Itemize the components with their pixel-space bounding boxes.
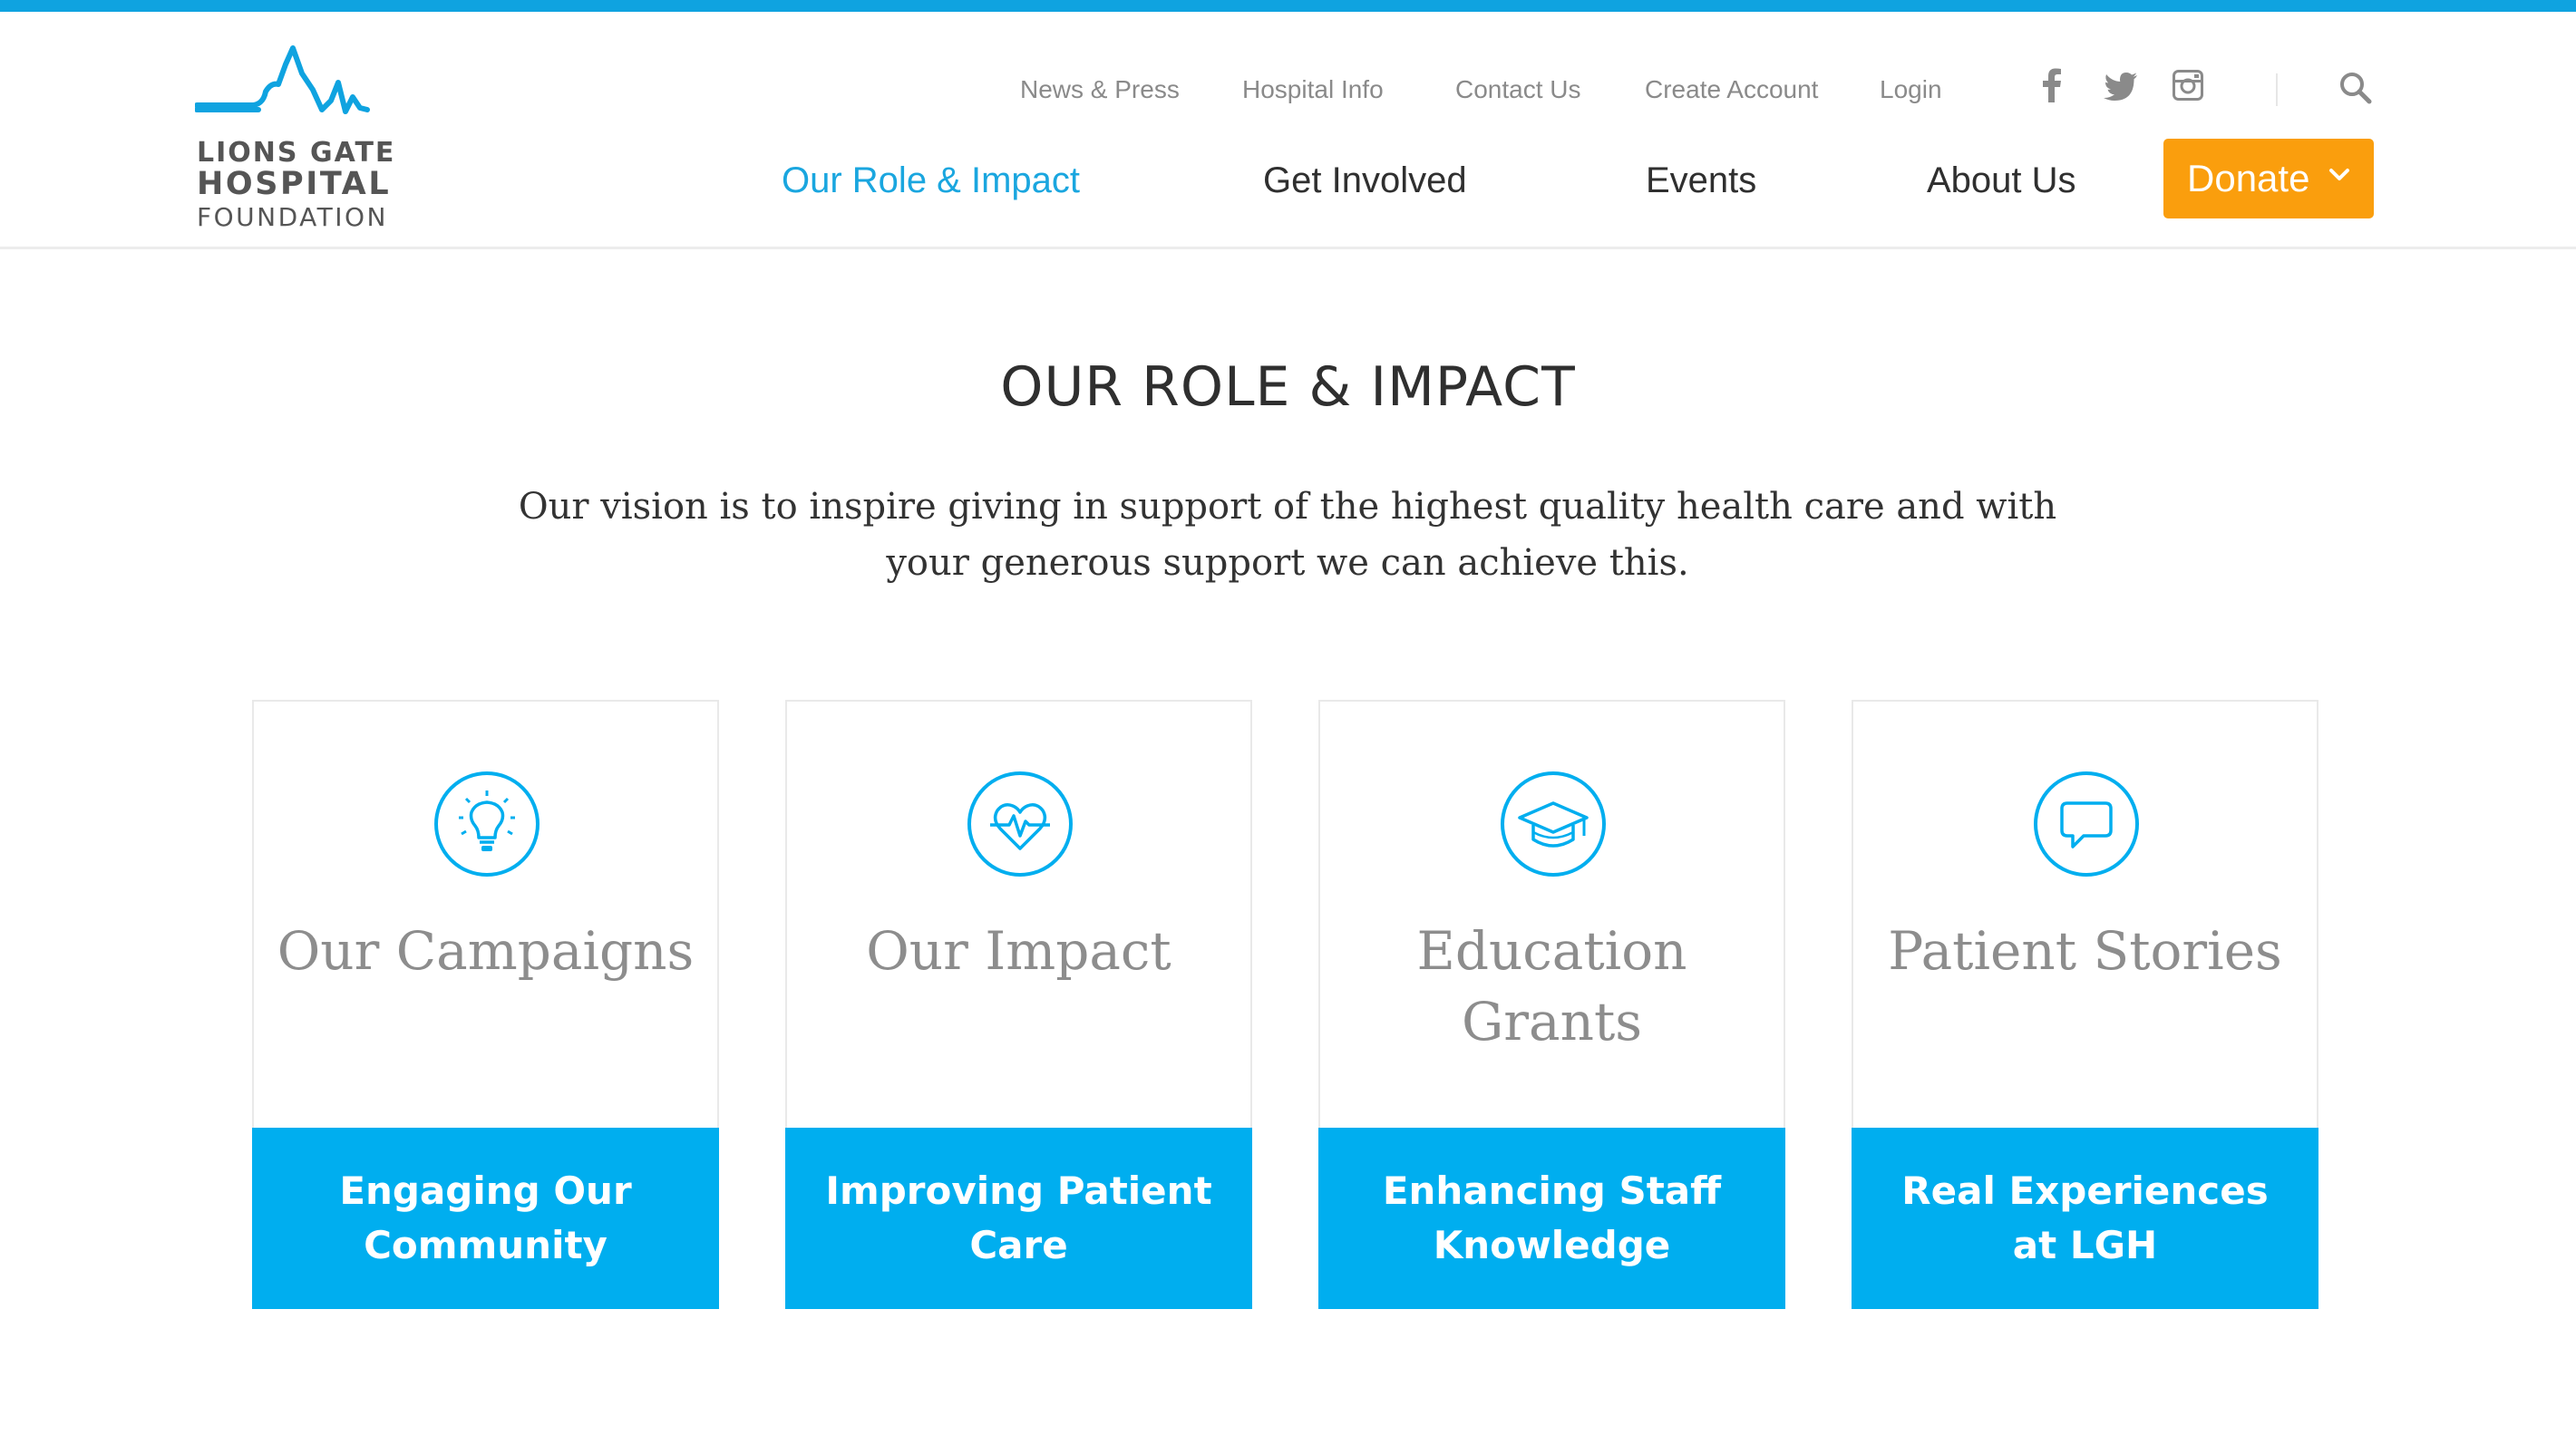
card-footer: Engaging Our Community <box>252 1128 719 1309</box>
utility-link-create-account[interactable]: Create Account <box>1645 75 1818 104</box>
heartbeat-logo-icon <box>195 45 370 114</box>
card-title: Patient Stories <box>1888 920 2282 982</box>
header-divider <box>2276 73 2278 106</box>
instagram-icon[interactable] <box>2173 70 2203 101</box>
card-footer: Improving Patient Care <box>785 1128 1252 1309</box>
card-subtitle: Real Experiences at LGH <box>1901 1169 2269 1267</box>
card-our-campaigns[interactable]: Our Campaigns Engaging Our Community <box>252 700 719 1309</box>
logo-line-2: HOSPITAL <box>197 166 392 202</box>
utility-link-hospital-info[interactable]: Hospital Info <box>1242 75 1384 104</box>
facebook-icon[interactable] <box>2042 68 2062 102</box>
card-our-impact[interactable]: Our Impact Improving Patient Care <box>785 700 1252 1309</box>
donate-button[interactable]: Donate <box>2163 139 2374 218</box>
card-title: Our Impact <box>866 920 1171 982</box>
top-accent-stripe <box>0 0 2576 12</box>
utility-link-news-press[interactable]: News & Press <box>1020 75 1180 104</box>
card-title: Our Campaigns <box>277 920 695 982</box>
search-icon[interactable] <box>2339 72 2372 104</box>
logo-line-1: LIONS GATE <box>197 137 396 169</box>
site-header: LIONS GATE HOSPITAL FOUNDATION News & Pr… <box>0 12 2576 249</box>
lightbulb-icon <box>434 771 540 877</box>
nav-about-us[interactable]: About Us <box>1927 160 2076 201</box>
nav-our-role-impact[interactable]: Our Role & Impact <box>782 160 1080 201</box>
card-education-grants[interactable]: Education Grants Enhancing Staff Knowled… <box>1318 700 1785 1309</box>
card-subtitle: Enhancing Staff Knowledge <box>1382 1169 1722 1267</box>
page-title: OUR ROLE & IMPACT <box>1000 355 1576 419</box>
page-intro: Our vision is to inspire giving in suppo… <box>518 486 2057 584</box>
nav-events[interactable]: Events <box>1646 160 1756 201</box>
chevron-down-icon <box>2329 169 2349 180</box>
logo-line-3: FOUNDATION <box>197 202 388 232</box>
site-logo[interactable]: LIONS GATE HOSPITAL FOUNDATION <box>195 37 394 237</box>
card-subtitle: Engaging Our Community <box>339 1169 632 1267</box>
utility-link-contact-us[interactable]: Contact Us <box>1455 75 1581 104</box>
card-footer: Real Experiences at LGH <box>1852 1128 2318 1309</box>
card-subtitle: Improving Patient Care <box>825 1169 1212 1267</box>
card-footer: Enhancing Staff Knowledge <box>1318 1128 1785 1309</box>
heartbeat-icon <box>967 771 1073 877</box>
utility-link-login[interactable]: Login <box>1880 75 1942 104</box>
donate-label: Donate <box>2187 157 2310 199</box>
card-patient-stories[interactable]: Patient Stories Real Experiences at LGH <box>1852 700 2318 1309</box>
speech-bubble-icon <box>2034 771 2139 877</box>
card-title: Education Grants <box>1416 920 1687 1052</box>
twitter-icon[interactable] <box>2104 72 2138 101</box>
nav-get-involved[interactable]: Get Involved <box>1263 160 1467 201</box>
graduation-cap-icon <box>1501 771 1606 877</box>
